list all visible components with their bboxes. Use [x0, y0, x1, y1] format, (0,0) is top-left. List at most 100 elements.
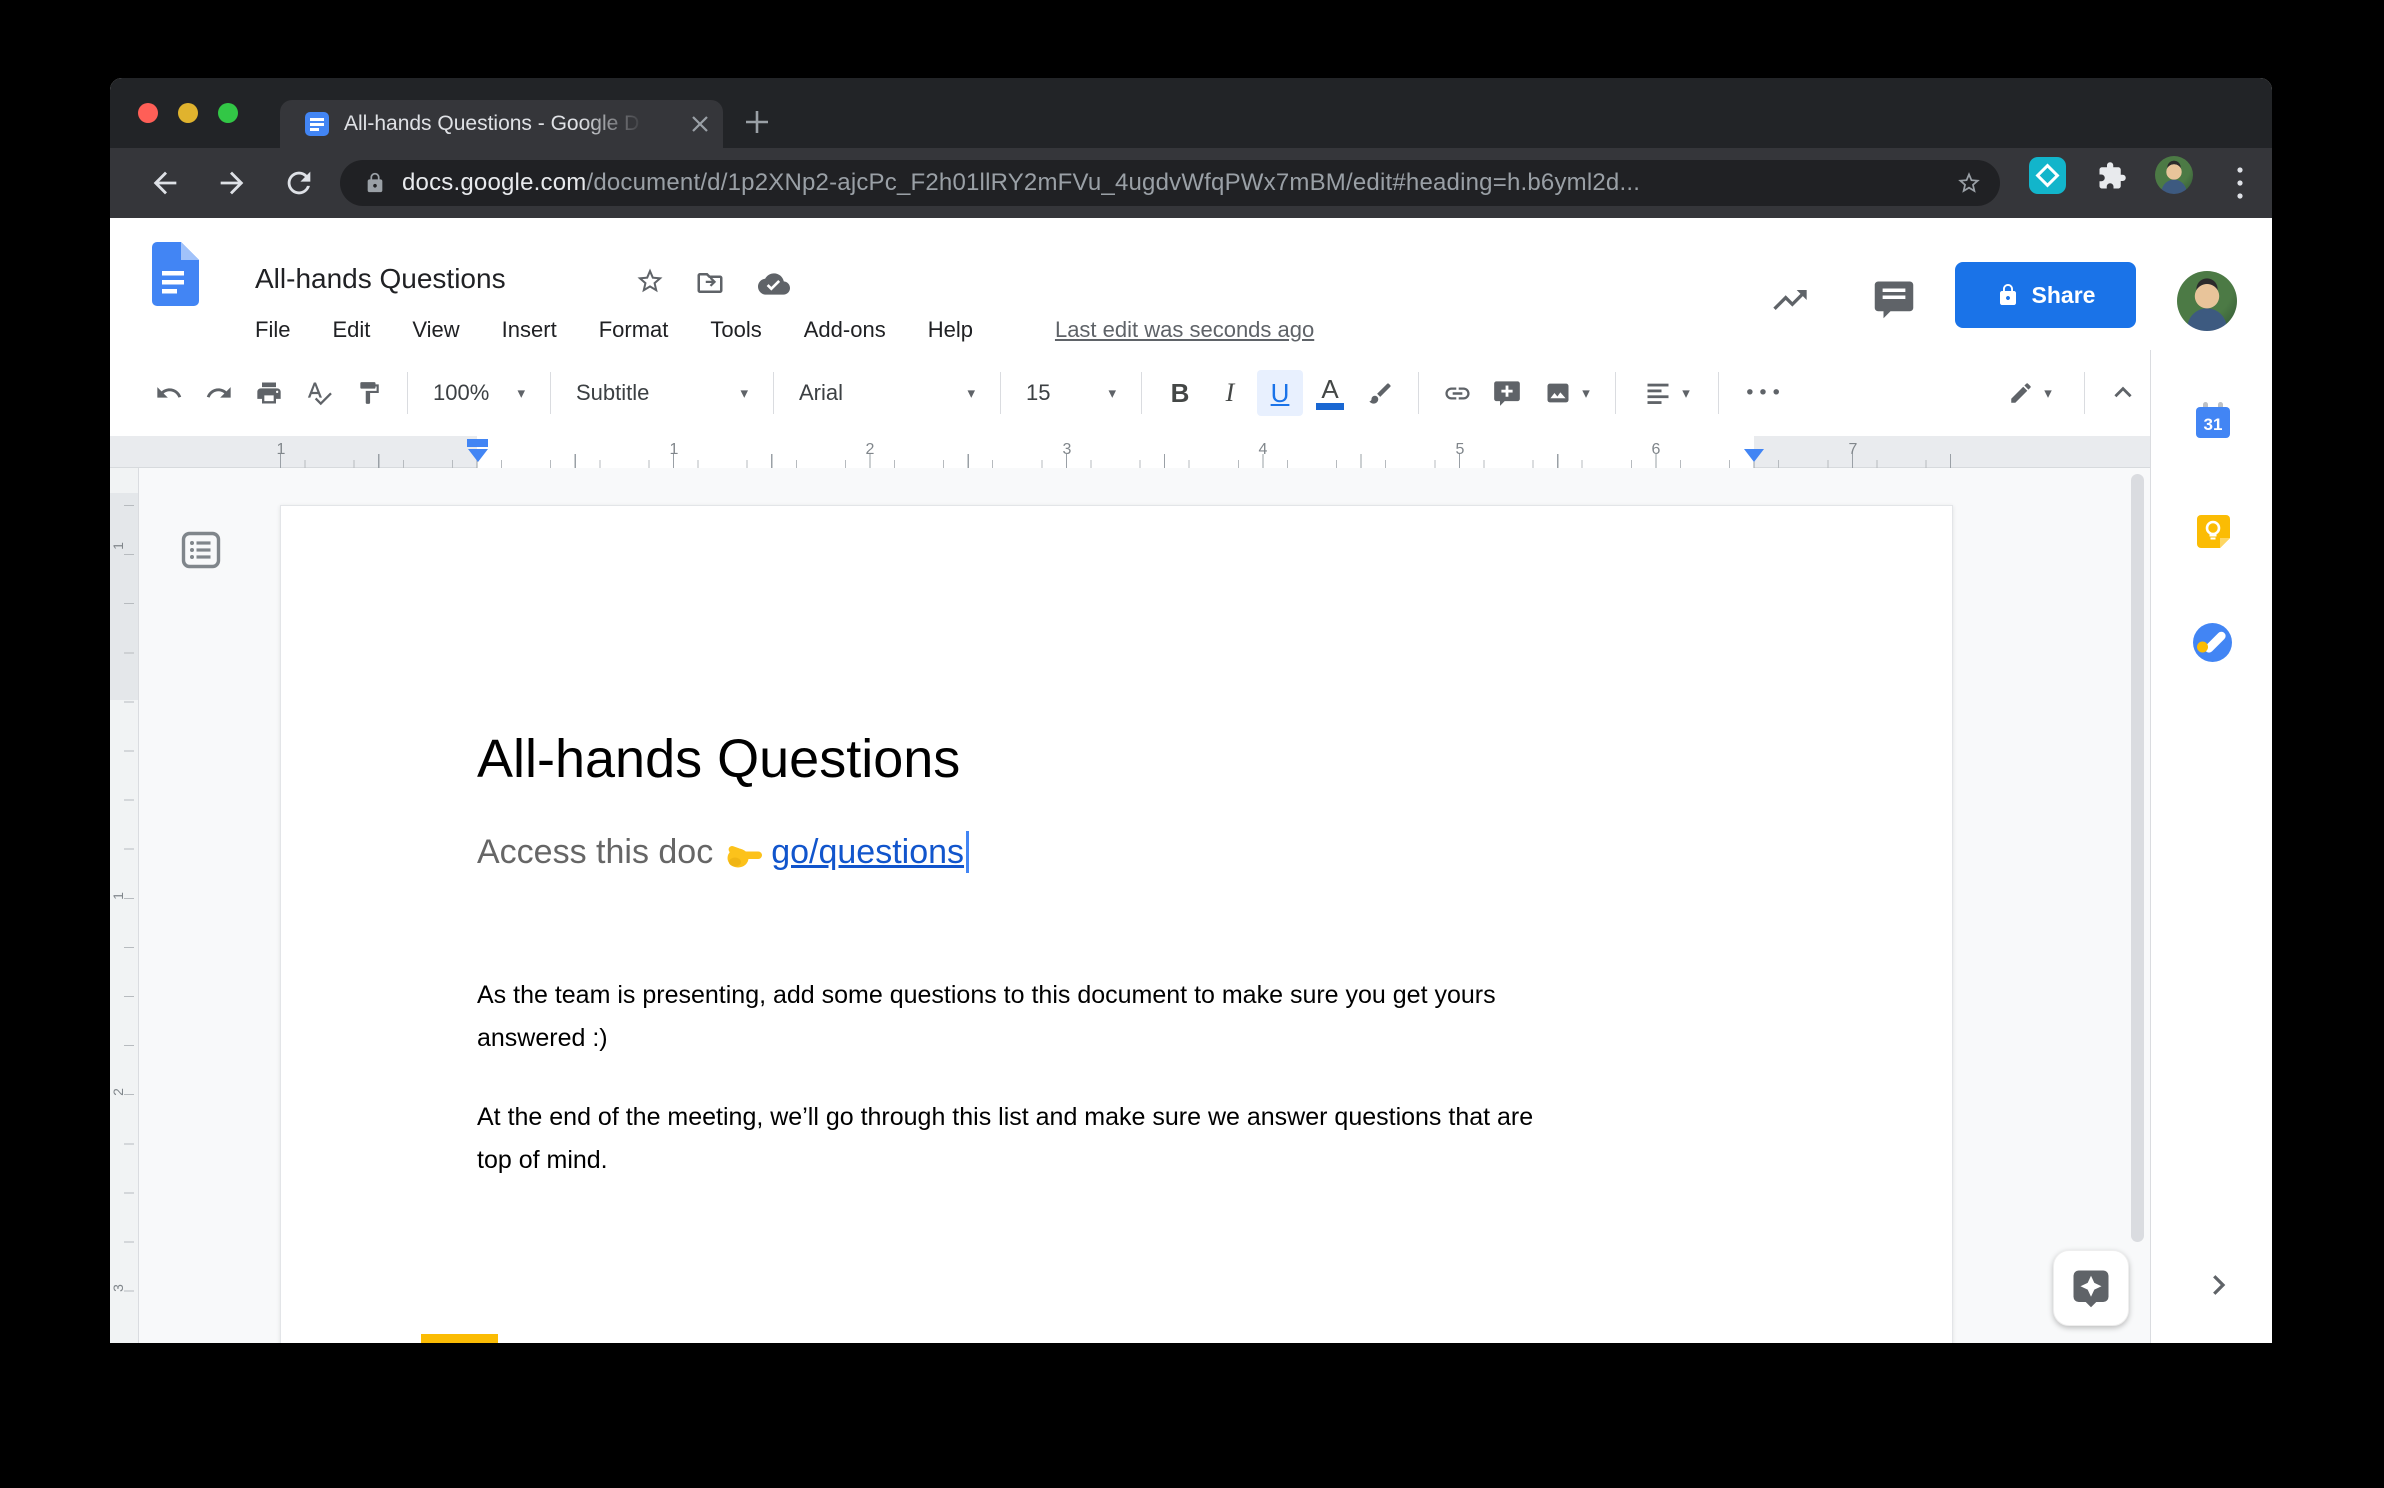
ruler-number: 7 [1849, 441, 1858, 459]
browser-toolbar: docs.google.com/document/d/1p2XNp2-ajcPc… [110, 148, 2272, 218]
menu-addons[interactable]: Add-ons [802, 315, 888, 345]
tasks-icon[interactable] [2191, 621, 2234, 667]
document-page[interactable]: All-hands Questions Access this doc go/q… [280, 505, 1953, 1343]
show-outline-button[interactable] [179, 530, 223, 572]
insert-link-button[interactable] [1434, 370, 1480, 416]
tab-title-fade [580, 104, 644, 146]
vertical-ruler[interactable]: 1 1 2 3 [110, 468, 139, 1343]
user-avatar[interactable] [2177, 271, 2237, 331]
menu-view[interactable]: View [410, 315, 461, 345]
back-icon[interactable] [148, 166, 182, 200]
add-comment-icon [1493, 379, 1521, 407]
outline-icon [181, 531, 221, 569]
more-toolbar-button[interactable]: ••• [1734, 370, 1794, 416]
address-bar[interactable]: docs.google.com/document/d/1p2XNp2-ajcPc… [340, 160, 2000, 206]
browser-profile-avatar[interactable] [2155, 156, 2193, 194]
move-folder-icon[interactable] [695, 268, 725, 298]
text-color-swatch [1316, 403, 1344, 410]
chevron-down-icon: ▾ [967, 384, 975, 402]
underline-button[interactable]: U [1257, 370, 1303, 416]
browser-tab[interactable]: All-hands Questions - Google D [280, 100, 723, 148]
horizontal-ruler[interactable]: 1 1 2 3 4 5 6 7 [110, 436, 2150, 468]
ruler-number: 1 [670, 441, 679, 459]
italic-icon: I [1226, 378, 1235, 408]
add-comment-button[interactable] [1484, 370, 1530, 416]
collapse-toolbar-button[interactable] [2100, 370, 2146, 416]
explore-button[interactable] [2053, 1250, 2129, 1326]
cloud-status-icon[interactable] [758, 268, 790, 300]
font-size-select[interactable]: 15▾ [1016, 370, 1126, 416]
document-canvas[interactable]: All-hands Questions Access this doc go/q… [139, 468, 2150, 1343]
doc-heading[interactable]: All-hands Questions [477, 728, 960, 790]
traffic-light-close[interactable] [138, 103, 158, 123]
doc-link[interactable]: go/questions [771, 833, 964, 872]
paragraph-2[interactable]: At the end of the meeting, we’ll go thro… [477, 1096, 1533, 1182]
pointing-right-emoji [725, 839, 763, 871]
undo-button[interactable] [146, 370, 192, 416]
extensions-puzzle-icon[interactable] [2097, 161, 2127, 191]
calendar-glyph: 31 [2195, 401, 2231, 439]
menu-insert[interactable]: Insert [500, 315, 559, 345]
reload-icon[interactable] [282, 166, 316, 200]
chevron-down-icon: ▾ [1682, 384, 1690, 402]
docs-logo[interactable] [152, 242, 199, 306]
paint-format-button[interactable] [346, 370, 392, 416]
spellcheck-button[interactable] [296, 370, 342, 416]
bookmark-star-icon[interactable] [1956, 170, 1982, 196]
keep-icon[interactable] [2197, 515, 2230, 551]
scrollbar[interactable] [2131, 474, 2144, 1242]
style-value: Subtitle [576, 380, 649, 406]
star-icon[interactable] [635, 266, 665, 296]
bold-icon: B [1171, 378, 1190, 409]
menu-file[interactable]: File [253, 315, 292, 345]
zoom-value: 100% [433, 380, 489, 406]
forward-icon[interactable] [215, 166, 249, 200]
toolbar-divider [1141, 372, 1142, 414]
vertical-ruler-number: 2 [110, 1088, 126, 1096]
image-icon [1544, 379, 1572, 407]
highlight-button[interactable] [1357, 370, 1403, 416]
comments-icon[interactable] [1873, 278, 1915, 320]
paint-format-icon [356, 380, 382, 406]
doc-subtitle-line[interactable]: Access this doc go/questions [477, 831, 969, 873]
menu-format[interactable]: Format [597, 315, 671, 345]
side-panel-chevron[interactable] [2203, 1270, 2233, 1303]
highlighted-text-sliver [421, 1334, 498, 1343]
last-edit-link[interactable]: Last edit was seconds ago [1055, 317, 1314, 343]
font-select[interactable]: Arial▾ [789, 370, 985, 416]
redo-button[interactable] [196, 370, 242, 416]
align-button[interactable]: ▾ [1631, 370, 1703, 416]
stats-icon[interactable] [1770, 280, 1810, 320]
insert-image-button[interactable]: ▾ [1534, 370, 1600, 416]
text-color-button[interactable]: A [1307, 370, 1353, 416]
editing-mode-button[interactable]: ▾ [1991, 370, 2069, 416]
traffic-light-minimize[interactable] [178, 103, 198, 123]
new-tab-button[interactable] [743, 108, 771, 136]
chevron-down-icon: ▾ [1582, 384, 1590, 402]
explore-sparkle-icon [2070, 1267, 2112, 1309]
left-indent-marker[interactable] [468, 449, 488, 462]
calendar-icon[interactable]: 31 [2195, 401, 2231, 442]
paragraph-style-select[interactable]: Subtitle▾ [566, 370, 758, 416]
italic-button[interactable]: I [1207, 370, 1253, 416]
browser-menu-icon[interactable] [2235, 165, 2245, 201]
print-button[interactable] [246, 370, 292, 416]
document-title[interactable]: All-hands Questions [255, 263, 506, 295]
bold-button[interactable]: B [1157, 370, 1203, 416]
toolbar-divider [773, 372, 774, 414]
traffic-light-zoom[interactable] [218, 103, 238, 123]
right-indent-marker[interactable] [1744, 449, 1764, 462]
menu-tools[interactable]: Tools [708, 315, 763, 345]
share-label: Share [2032, 282, 2096, 309]
paragraph-1[interactable]: As the team is presenting, add some ques… [477, 974, 1496, 1060]
ruler-number: 2 [866, 441, 875, 459]
zoom-select[interactable]: 100%▾ [423, 370, 535, 416]
first-line-indent-marker[interactable] [467, 439, 488, 447]
tab-close-icon[interactable] [691, 115, 709, 133]
menu-help[interactable]: Help [926, 315, 975, 345]
print-icon [255, 379, 283, 407]
menu-edit[interactable]: Edit [330, 315, 372, 345]
teal-extension-icon[interactable] [2029, 157, 2066, 194]
paragraph-line: At the end of the meeting, we’ll go thro… [477, 1096, 1533, 1139]
share-button[interactable]: Share [1955, 262, 2136, 328]
